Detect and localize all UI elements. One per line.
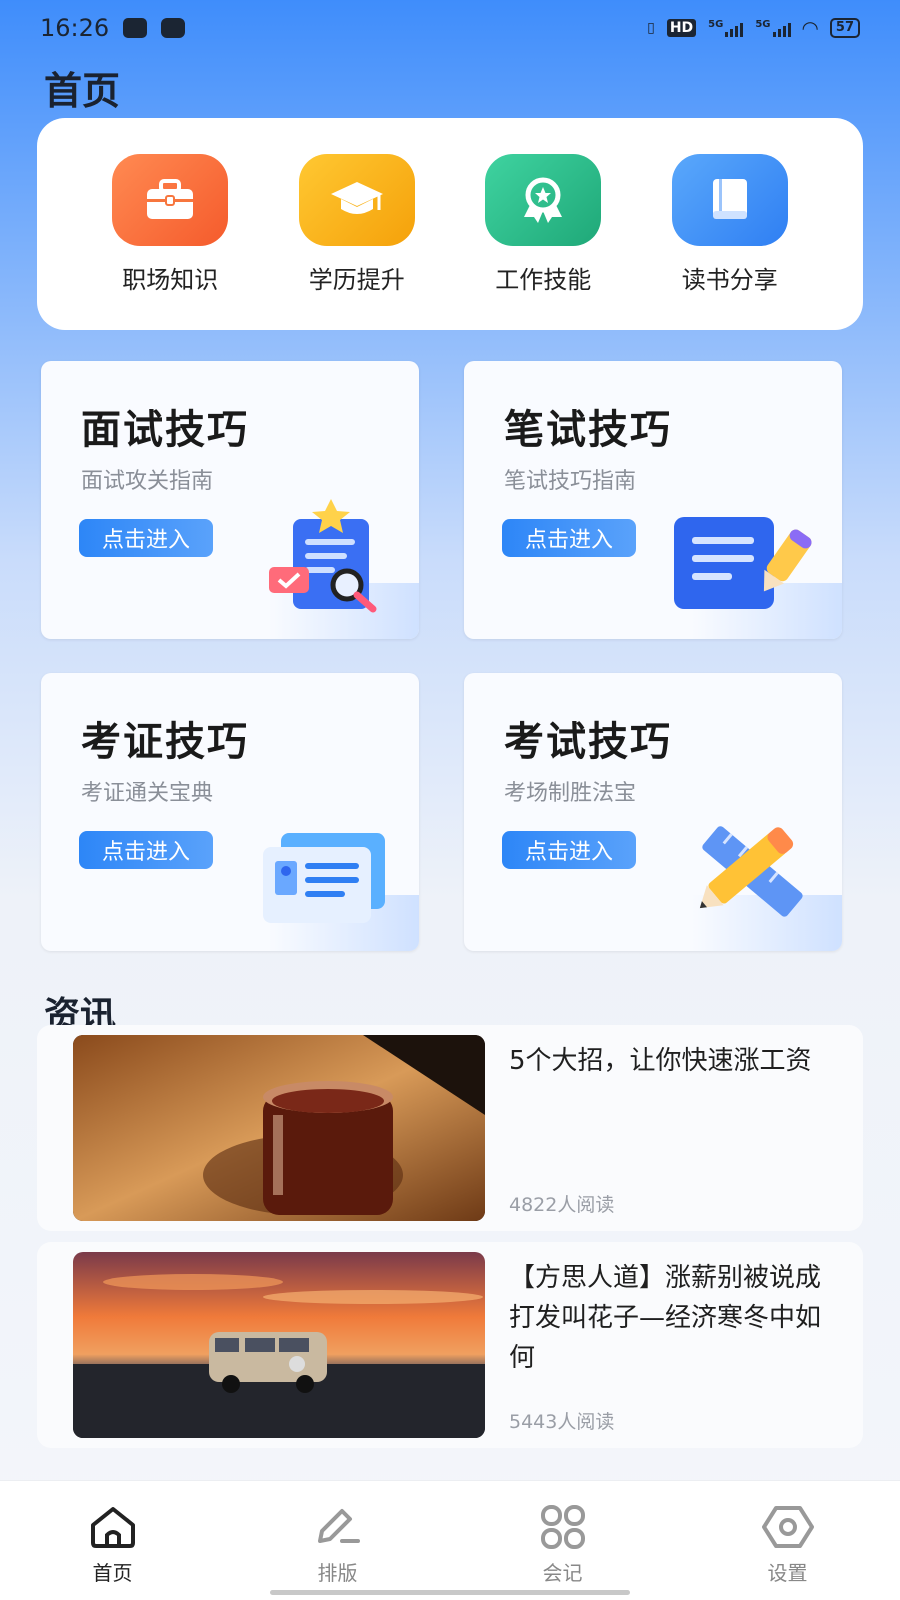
wifi-icon: ◠ — [802, 16, 818, 40]
tile-written-test-skills[interactable]: 笔试技巧 笔试技巧指南 点击进入 — [464, 361, 842, 639]
tile-exam-skills[interactable]: 考试技巧 考场制胜法宝 点击进入 — [464, 673, 842, 951]
enter-button[interactable]: 点击进入 — [502, 519, 636, 557]
nav-label: 设置 — [767, 1561, 808, 1585]
tile-subtitle: 考证通关宝典 — [81, 781, 214, 806]
iced-drink-photo — [73, 1035, 485, 1221]
nav-label: 首页 — [92, 1561, 133, 1585]
home-indicator — [270, 1590, 630, 1595]
enter-button[interactable]: 点击进入 — [502, 831, 636, 869]
tile-subtitle: 面试攻关指南 — [81, 469, 214, 494]
nav-item-layout[interactable]: 排版 — [278, 1505, 398, 1586]
tile-subtitle: 考场制胜法宝 — [504, 781, 637, 806]
quick-link-reading[interactable]: 读书分享 — [660, 153, 800, 295]
vibrate-icon: ▯ — [647, 20, 655, 36]
quick-link-education[interactable]: 学历提升 — [287, 153, 427, 295]
tile-subtitle: 笔试技巧指南 — [504, 469, 637, 494]
nav-item-records[interactable]: 会记 — [503, 1505, 623, 1586]
clock: 16:26 — [40, 14, 110, 42]
certificate-card-icon — [255, 829, 395, 933]
hd-icon: HD — [666, 19, 697, 37]
page-title: 首页 — [44, 69, 121, 113]
enter-button[interactable]: 点击进入 — [79, 519, 213, 557]
home-icon — [90, 1507, 135, 1548]
quick-link-workplace[interactable]: 职场知识 — [100, 153, 240, 295]
status-bar: 16:26 ▯ HD 5G 5G ◠ 57 — [0, 0, 900, 56]
tile-title: 考证技巧 — [81, 719, 249, 765]
status-right: ▯ HD 5G 5G ◠ 57 — [647, 16, 860, 40]
written-test-doc-icon — [668, 507, 818, 621]
quick-link-label: 职场知识 — [122, 265, 219, 294]
bottom-nav: 首页 排版 会记 设置 — [0, 1480, 900, 1600]
news-item[interactable]: 【方思人道】涨薪别被说成打发叫花子—经济寒冬中如何 5443人阅读 — [37, 1242, 863, 1448]
pencil-ruler-icon — [678, 809, 818, 933]
enter-button[interactable]: 点击进入 — [79, 831, 213, 869]
news-title: 【方思人道】涨薪别被说成打发叫花子—经济寒冬中如何 — [509, 1263, 822, 1373]
tile-title: 面试技巧 — [81, 407, 249, 453]
tile-title: 笔试技巧 — [504, 407, 672, 453]
tile-interview-skills[interactable]: 面试技巧 面试攻关指南 点击进入 — [41, 361, 419, 639]
quick-link-label: 工作技能 — [495, 265, 592, 294]
hexagon-settings-icon — [761, 1506, 814, 1548]
graduation-cap-icon — [298, 153, 415, 246]
battery-indicator: 57 — [829, 18, 860, 38]
nav-item-settings[interactable]: 设置 — [728, 1505, 848, 1586]
nav-item-home[interactable]: 首页 — [53, 1505, 173, 1586]
quick-link-skills[interactable]: 工作技能 — [473, 153, 613, 295]
notification-icon — [123, 18, 148, 38]
news-title: 5个大招，让你快速涨工资 — [509, 1046, 812, 1076]
van-sunset-photo — [73, 1252, 485, 1438]
briefcase-icon — [112, 153, 229, 246]
signal-icon: 5G — [708, 19, 744, 37]
nav-label: 排版 — [317, 1561, 358, 1585]
app-notification-icon — [161, 18, 186, 38]
signal-icon-2: 5G — [755, 19, 791, 37]
news-read-count: 5443人阅读 — [509, 1411, 615, 1433]
grid-four-icon — [540, 1505, 585, 1549]
pen-edit-icon — [317, 1509, 360, 1543]
tile-certification-skills[interactable]: 考证技巧 考证通关宝典 点击进入 — [41, 673, 419, 951]
quick-link-label: 读书分享 — [681, 265, 778, 294]
tile-title: 考试技巧 — [504, 719, 672, 765]
news-read-count: 4822人阅读 — [509, 1194, 615, 1216]
nav-label: 会记 — [542, 1561, 583, 1585]
book-icon — [671, 153, 788, 246]
award-badge-icon — [485, 153, 602, 246]
interview-clipboard-icon — [265, 497, 395, 621]
news-item[interactable]: 5个大招，让你快速涨工资 4822人阅读 — [37, 1025, 863, 1231]
quick-links-card: 职场知识 学历提升 工作技能 读书分享 — [37, 118, 863, 330]
quick-link-label: 学历提升 — [308, 265, 405, 294]
status-left: 16:26 — [40, 14, 186, 42]
